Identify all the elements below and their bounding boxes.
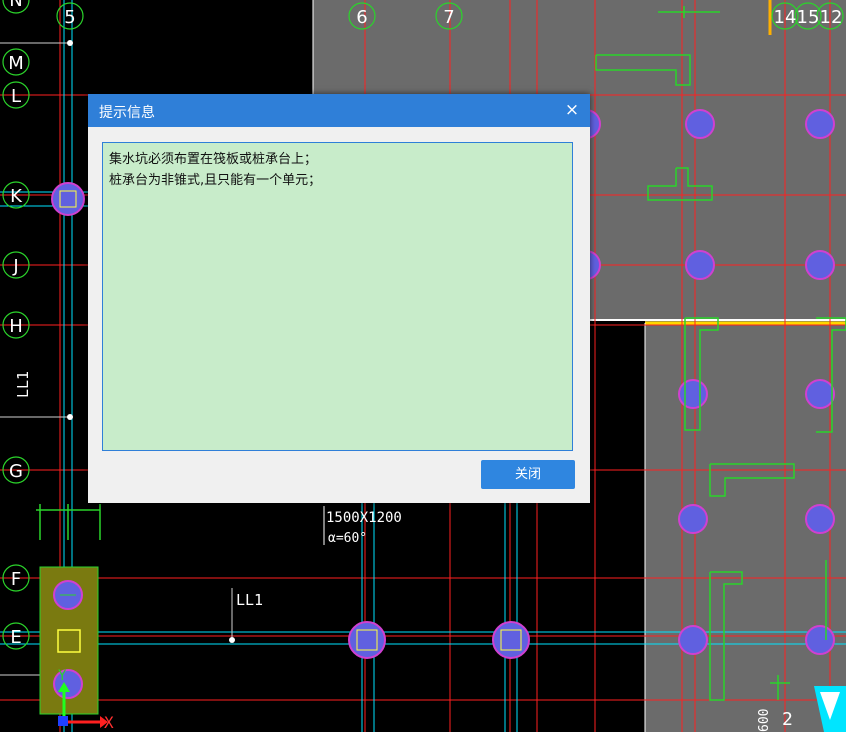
axis-label-row: N bbox=[9, 0, 22, 11]
pile[interactable] bbox=[805, 625, 835, 655]
pile-outline bbox=[51, 182, 85, 216]
guide-dot bbox=[67, 414, 73, 420]
angle-label: α=60° bbox=[328, 531, 367, 546]
axis-label-col: 5 bbox=[64, 7, 75, 28]
vertical-ll1-label: LL1 bbox=[14, 371, 32, 398]
pile-outline bbox=[685, 250, 715, 280]
axis-label-col: 6 bbox=[356, 7, 367, 28]
axis-y-label: Y bbox=[58, 668, 67, 684]
message-line: 集水坑必须布置在筏板或桩承台上； bbox=[109, 152, 318, 167]
beam-label-ll1: LL1 bbox=[236, 591, 263, 609]
close-button[interactable]: 关闭 bbox=[481, 460, 575, 489]
pile[interactable] bbox=[492, 621, 530, 659]
pile-outline bbox=[805, 625, 835, 655]
pile[interactable] bbox=[51, 182, 85, 216]
axis-label-col: 12 bbox=[820, 7, 843, 28]
pile-outline bbox=[348, 621, 386, 659]
pile[interactable] bbox=[685, 250, 715, 280]
axis-label-row: H bbox=[9, 316, 23, 337]
pile-outline bbox=[805, 379, 835, 409]
pile[interactable] bbox=[805, 379, 835, 409]
pile[interactable] bbox=[53, 580, 83, 610]
dialog-title: 提示信息 bbox=[99, 105, 155, 121]
guide-dot bbox=[229, 637, 235, 643]
pile-size-label: 1500X1200 bbox=[326, 510, 402, 526]
pile[interactable] bbox=[678, 504, 708, 534]
axis-label-row: G bbox=[9, 461, 23, 482]
axis-label-col: 14 bbox=[774, 7, 797, 28]
pile-outline bbox=[685, 109, 715, 139]
axis-label-row: F bbox=[11, 569, 21, 590]
pile[interactable] bbox=[678, 379, 708, 409]
pile-outline bbox=[678, 625, 708, 655]
axis-label-col: 15 bbox=[797, 7, 820, 28]
pile[interactable] bbox=[678, 625, 708, 655]
guide-dot bbox=[67, 40, 73, 46]
close-icon[interactable]: × bbox=[562, 99, 582, 121]
dialog-titlebar[interactable]: 提示信息 × bbox=[88, 94, 590, 127]
axis-label-row: J bbox=[12, 256, 18, 277]
pile-outline bbox=[805, 504, 835, 534]
pile[interactable] bbox=[348, 621, 386, 659]
pile-outline bbox=[805, 250, 835, 280]
axis-label-row: M bbox=[8, 53, 24, 74]
axis-label-col: 7 bbox=[443, 7, 454, 28]
pile-outline bbox=[678, 379, 708, 409]
pile-outline bbox=[678, 504, 708, 534]
dim-2-label: 2 bbox=[782, 709, 793, 730]
message-line: 桩承台为非锥式,且只能有一个单元； bbox=[109, 173, 322, 188]
pile[interactable] bbox=[805, 109, 835, 139]
ucs-origin bbox=[58, 716, 68, 726]
axis-label-row: L bbox=[11, 86, 21, 107]
axis-label-row: E bbox=[10, 627, 21, 648]
pile[interactable] bbox=[805, 250, 835, 280]
pile[interactable] bbox=[685, 109, 715, 139]
pile-outline bbox=[492, 621, 530, 659]
message-dialog: 提示信息 × 集水坑必须布置在筏板或桩承台上； 桩承台为非锥式,且只能有一个单元… bbox=[88, 94, 590, 503]
dim-600-label: 600 bbox=[757, 709, 772, 732]
pile-outline bbox=[805, 109, 835, 139]
message-textbox[interactable]: 集水坑必须布置在筏板或桩承台上； 桩承台为非锥式,且只能有一个单元； bbox=[102, 142, 573, 451]
axis-label-row: K bbox=[10, 186, 23, 207]
pile[interactable] bbox=[805, 504, 835, 534]
